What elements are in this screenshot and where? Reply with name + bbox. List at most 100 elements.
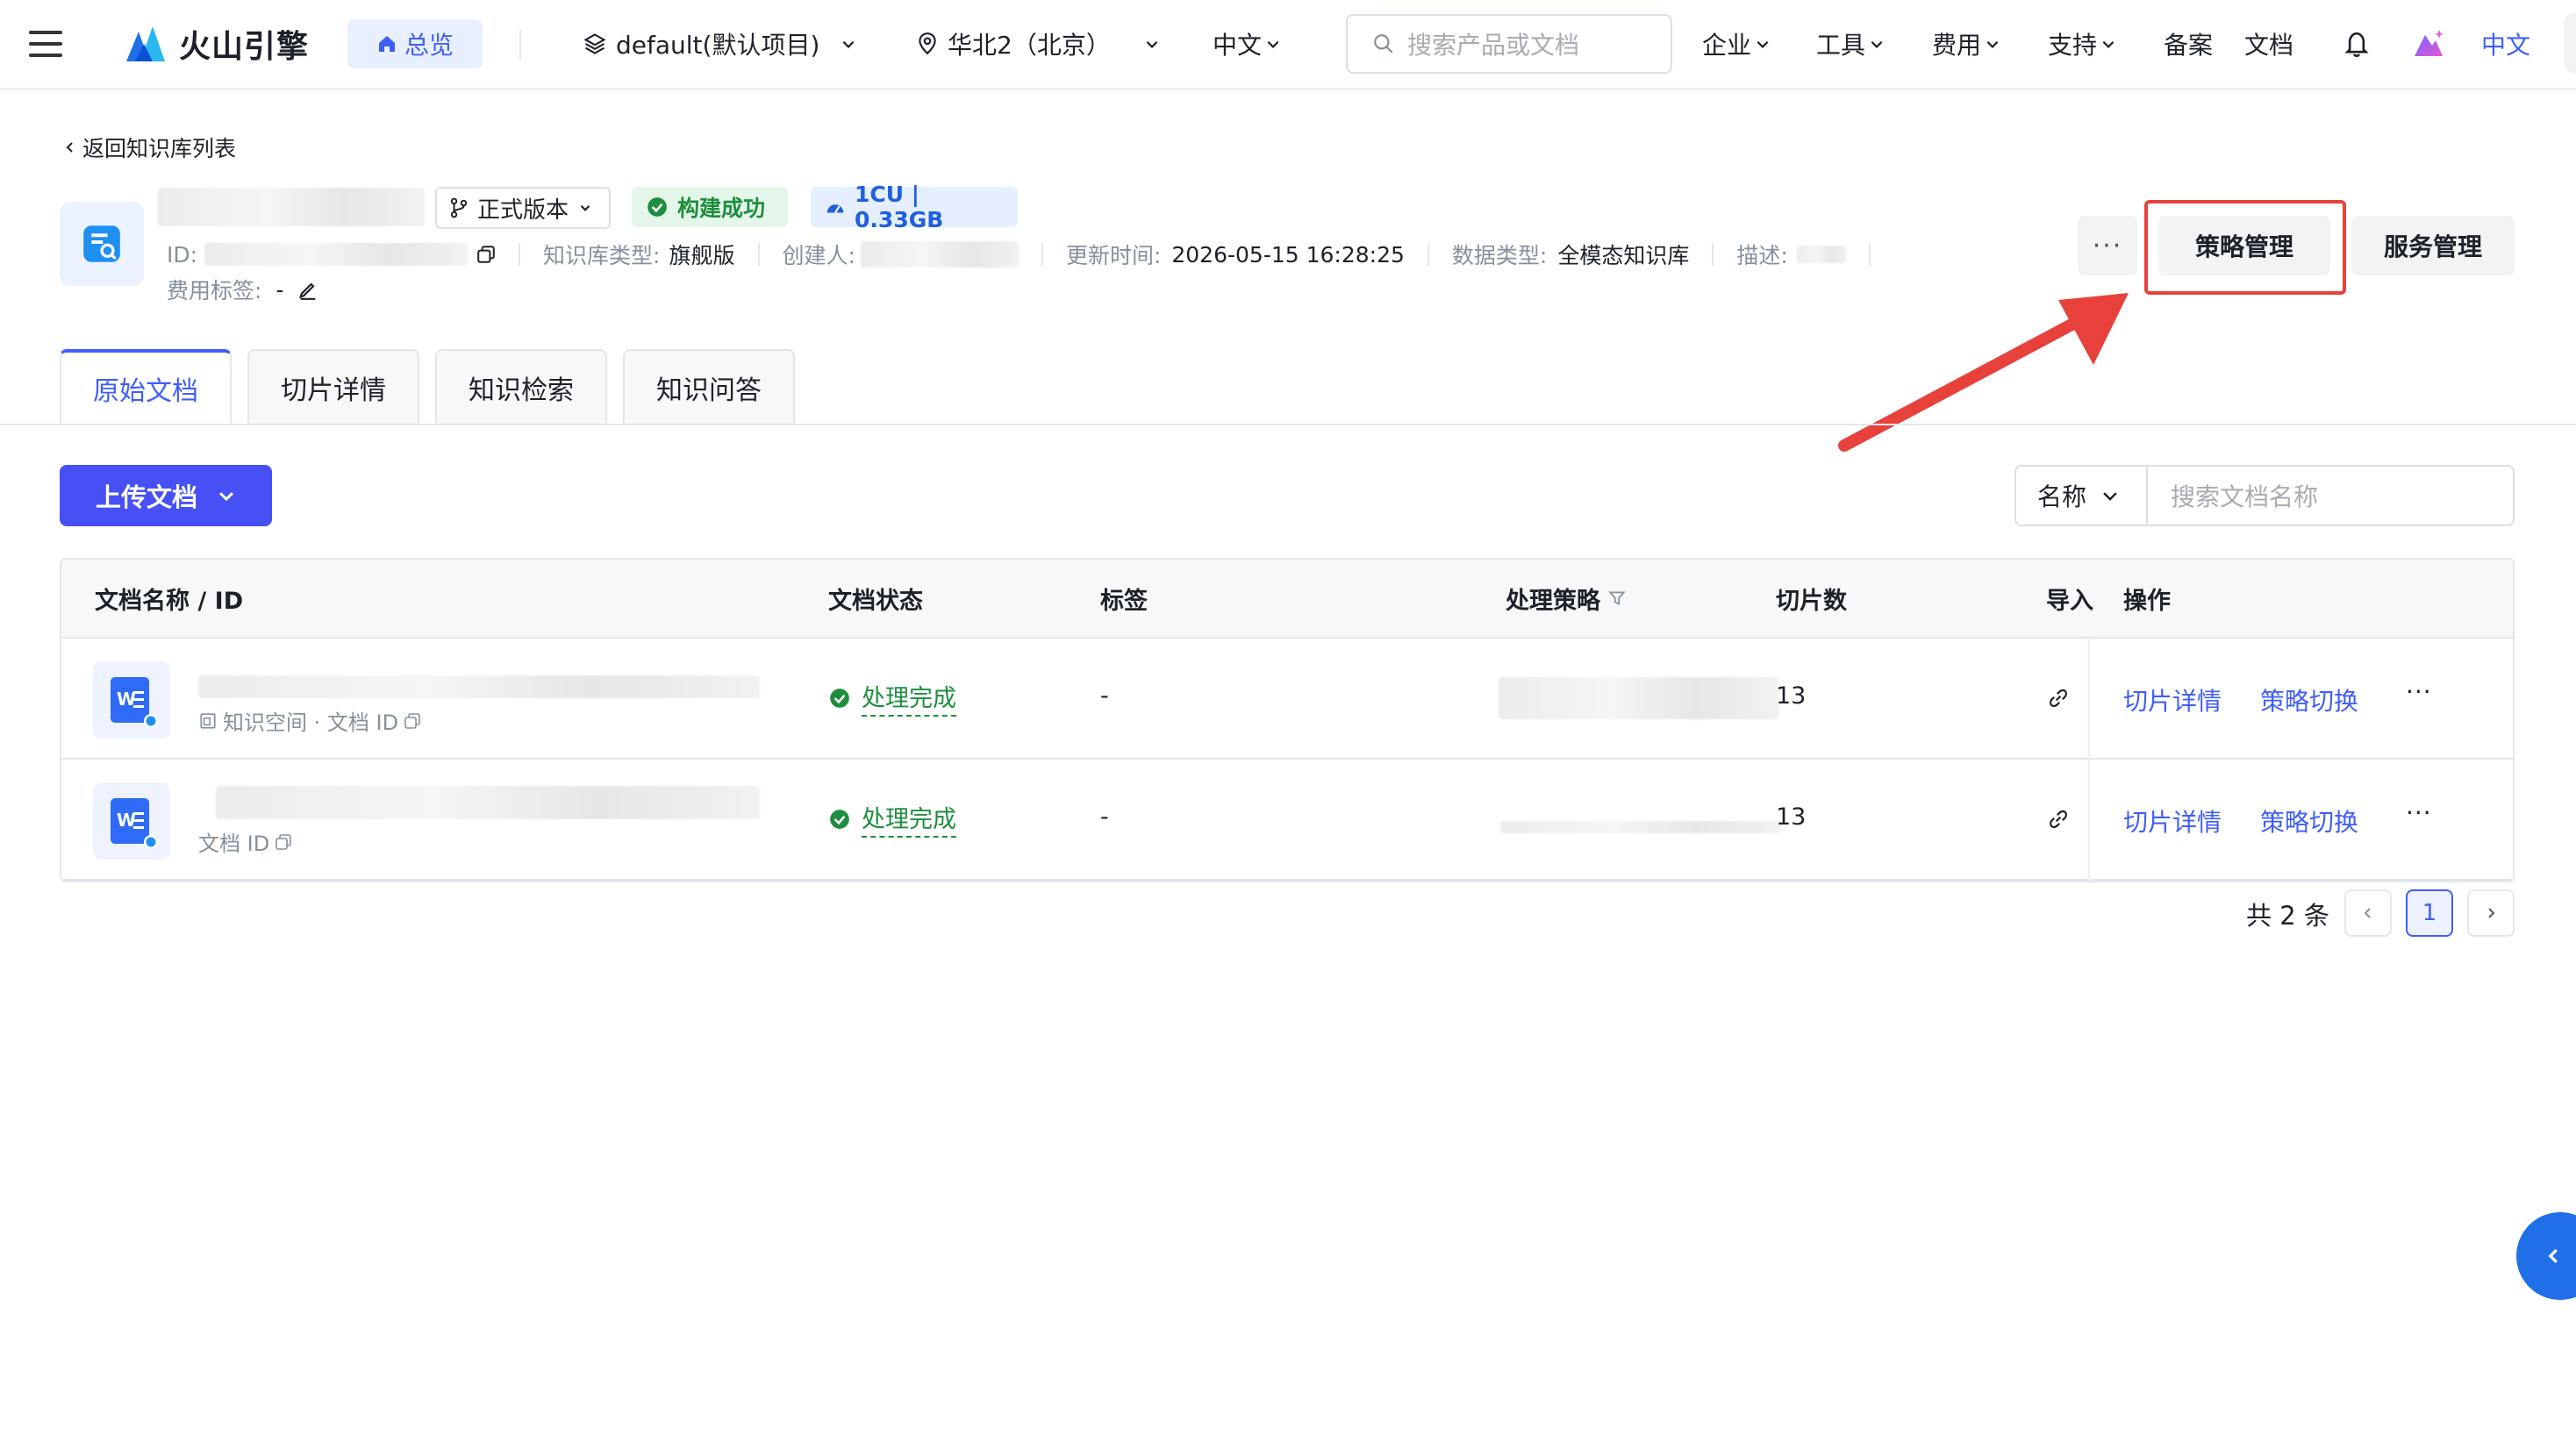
copy-icon[interactable] bbox=[404, 712, 421, 730]
brand-name: 火山引擎 bbox=[179, 29, 310, 65]
service-management-button[interactable]: 服务管理 bbox=[2351, 216, 2515, 275]
nav-enterprise[interactable]: 企业 bbox=[1702, 0, 1771, 88]
language-label: 中文 bbox=[1213, 31, 1263, 60]
upload-document-button[interactable]: 上传文档 bbox=[60, 465, 272, 526]
filter-icon[interactable] bbox=[1607, 589, 1627, 608]
chunk-details-link[interactable]: 切片详情 bbox=[2123, 682, 2222, 717]
switch-strategy-link[interactable]: 策略切换 bbox=[2260, 803, 2358, 839]
more-actions-button[interactable]: ··· bbox=[2078, 216, 2137, 275]
id-label: ID: bbox=[167, 241, 198, 268]
check-circle-icon bbox=[830, 688, 849, 708]
table-row: W 文档 ID 处理完成 - 13 切片详情 策略切换 ··· bbox=[61, 760, 2513, 881]
column-header-tags: 标签 bbox=[1100, 587, 1148, 615]
search-field-select[interactable]: 名称 bbox=[2014, 465, 2148, 526]
column-header-ops: 操作 bbox=[2123, 587, 2171, 615]
doc-tags: - bbox=[1100, 803, 1109, 831]
nav-record[interactable]: 备案 bbox=[2164, 0, 2213, 88]
user-avatar[interactable] bbox=[2564, 12, 2576, 74]
creator-redacted bbox=[860, 241, 1019, 268]
column-header-name: 文档名称 / ID bbox=[95, 587, 244, 615]
copy-icon[interactable] bbox=[275, 833, 292, 851]
column-header-import: 导入 bbox=[2046, 587, 2093, 615]
doc-status-text: 处理完成 bbox=[862, 800, 956, 838]
doc-chunk-count: 13 bbox=[1776, 803, 1807, 831]
back-label: 返回知识库列表 bbox=[82, 136, 237, 161]
doc-sub-info: 知识空间 · 文档 ID bbox=[198, 705, 421, 736]
page-number-button[interactable]: 1 bbox=[2406, 889, 2453, 937]
search-icon bbox=[1374, 34, 1393, 54]
nav-label: 企业 bbox=[1702, 31, 1752, 60]
nav-billing[interactable]: 费用 bbox=[1932, 0, 2000, 88]
tab-original-docs[interactable]: 原始文档 bbox=[60, 349, 232, 425]
chunk-details-link[interactable]: 切片详情 bbox=[2123, 803, 2222, 839]
ai-assistant-icon[interactable] bbox=[2411, 0, 2446, 88]
search-field-label: 名称 bbox=[2037, 482, 2087, 511]
chevron-left-icon bbox=[66, 142, 73, 153]
next-page-button[interactable] bbox=[2467, 889, 2515, 937]
doc-sub-text: 文档 ID bbox=[198, 832, 270, 856]
document-search-input[interactable]: 搜索文档名称 bbox=[2148, 465, 2515, 526]
link-icon[interactable] bbox=[2048, 809, 2069, 830]
chevron-down-icon bbox=[2102, 40, 2114, 48]
divider bbox=[519, 243, 521, 266]
check-circle-icon bbox=[648, 197, 667, 217]
updated-value: 2026-05-15 16:28:25 bbox=[1171, 241, 1405, 268]
chevron-down-icon bbox=[1986, 40, 1999, 48]
doc-status[interactable]: 处理完成 bbox=[828, 679, 956, 717]
region-selector[interactable]: 华北2（北京） bbox=[916, 0, 1160, 88]
language-switch[interactable]: 中文 bbox=[2481, 0, 2530, 88]
word-doc-icon: W bbox=[93, 661, 170, 739]
overview-label: 总览 bbox=[404, 31, 454, 60]
speedometer-icon bbox=[826, 204, 844, 214]
chevron-left-icon bbox=[2548, 1248, 2558, 1264]
nav-support[interactable]: 支持 bbox=[2048, 0, 2116, 88]
back-to-kb-list-link[interactable]: 返回知识库列表 bbox=[63, 132, 236, 163]
nav-docs[interactable]: 文档 bbox=[2244, 0, 2293, 88]
doc-sub-info: 文档 ID bbox=[198, 826, 292, 857]
chevron-right-icon bbox=[2488, 908, 2495, 918]
data-type-label: 数据类型: bbox=[1451, 243, 1548, 268]
strategy-redacted bbox=[1500, 821, 1781, 833]
divider bbox=[1041, 243, 1043, 266]
check-circle-icon bbox=[830, 809, 849, 829]
updated-label: 更新时间: bbox=[1065, 243, 1162, 268]
knowledge-space-icon bbox=[200, 712, 216, 729]
doc-status-text: 处理完成 bbox=[862, 679, 956, 717]
capacity-text: 1CU | 0.33GB bbox=[855, 182, 944, 232]
project-label: default(默认项目) bbox=[616, 31, 820, 60]
tab-knowledge-search[interactable]: 知识检索 bbox=[435, 349, 607, 425]
doc-status[interactable]: 处理完成 bbox=[828, 800, 956, 838]
doc-chunk-count: 13 bbox=[1776, 682, 1807, 710]
switch-strategy-link[interactable]: 策略切换 bbox=[2260, 682, 2358, 717]
tab-chunk-details[interactable]: 切片详情 bbox=[247, 349, 419, 425]
divider bbox=[1868, 243, 1871, 266]
menu-icon[interactable] bbox=[28, 0, 63, 88]
prev-page-button[interactable] bbox=[2344, 889, 2392, 937]
branch-icon bbox=[450, 197, 468, 218]
version-select[interactable]: 正式版本 bbox=[435, 187, 611, 229]
row-more-button[interactable]: ··· bbox=[2406, 798, 2432, 827]
row-more-button[interactable]: ··· bbox=[2406, 677, 2432, 706]
project-selector[interactable]: default(默认项目) bbox=[583, 0, 856, 88]
language-menu[interactable]: 中文 bbox=[1213, 0, 1281, 88]
fee-tag-value: - bbox=[275, 276, 284, 303]
overview-button[interactable]: 总览 bbox=[347, 19, 483, 68]
data-type-value: 全模态知识库 bbox=[1557, 243, 1690, 268]
sticky-column-shadow bbox=[2088, 639, 2090, 881]
brand-logo[interactable]: 火山引擎 bbox=[123, 0, 309, 88]
tab-knowledge-qa[interactable]: 知识问答 bbox=[623, 349, 795, 425]
link-icon[interactable] bbox=[2048, 688, 2069, 709]
nav-label: 费用 bbox=[1932, 31, 1982, 60]
notification-bell-icon[interactable] bbox=[2343, 0, 2371, 88]
global-search-input[interactable]: 搜索产品或文档 bbox=[1346, 14, 1672, 74]
side-panel-toggle-button[interactable] bbox=[2516, 1212, 2576, 1300]
copy-icon[interactable] bbox=[476, 245, 496, 264]
nav-tools[interactable]: 工具 bbox=[1816, 0, 1885, 88]
volcano-logo-icon bbox=[126, 26, 165, 61]
edit-icon[interactable] bbox=[297, 279, 318, 300]
chevron-down-icon bbox=[1757, 40, 1769, 48]
fee-tag-label: 费用标签: bbox=[167, 278, 262, 303]
svg-text:W: W bbox=[117, 689, 136, 710]
annotation-arrow bbox=[1838, 293, 2129, 452]
region-label: 华北2（北京） bbox=[948, 31, 1111, 60]
